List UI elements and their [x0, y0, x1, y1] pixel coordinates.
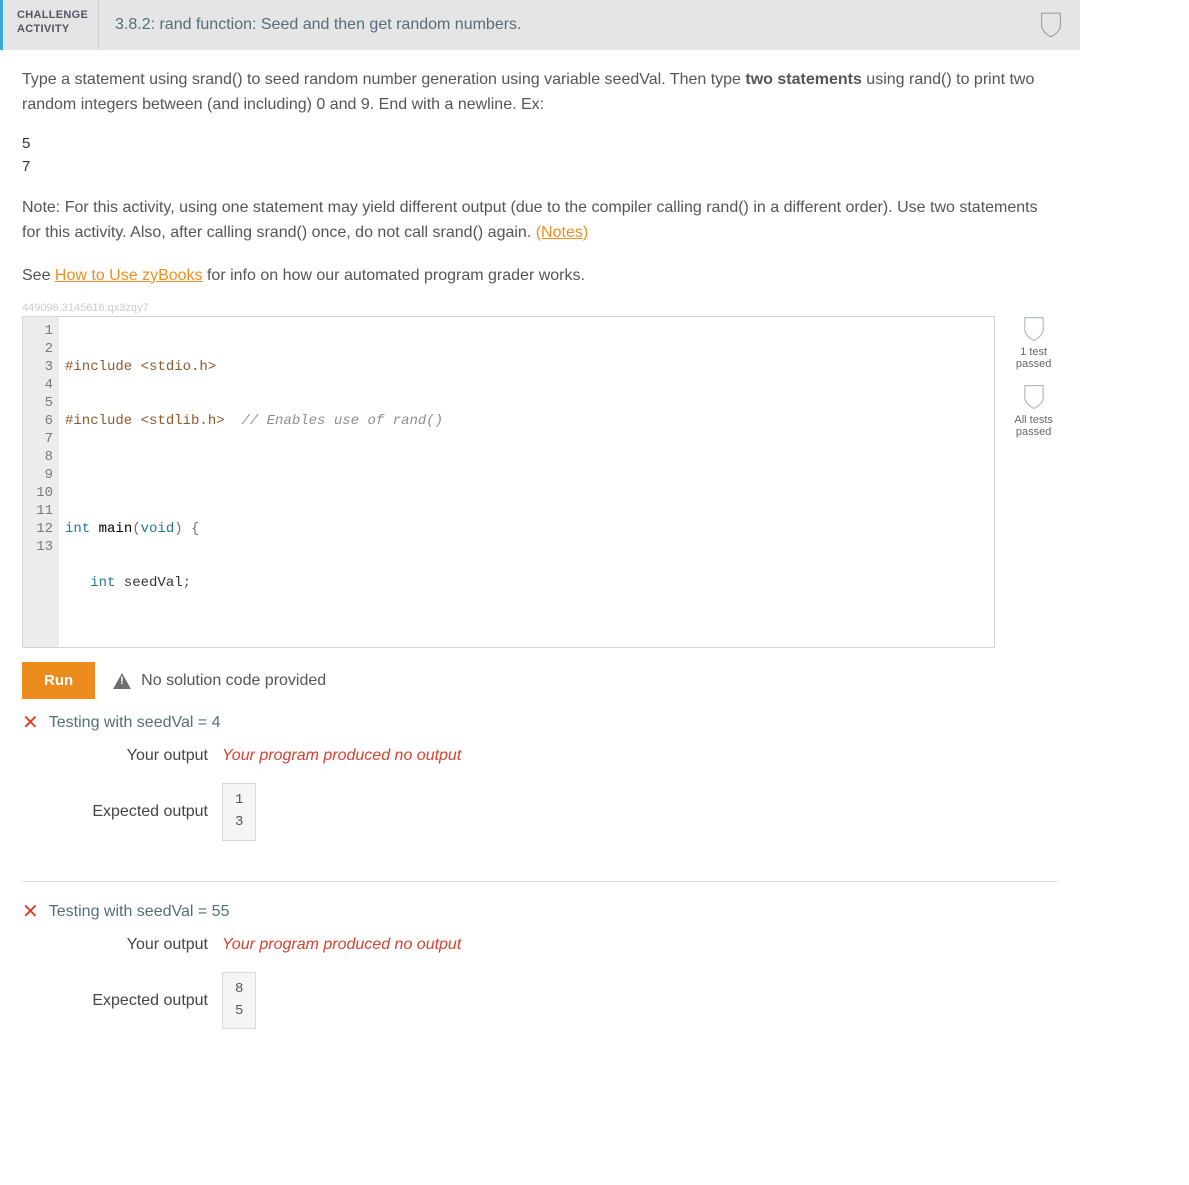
badge-text: All tests passed [1009, 414, 1058, 438]
test-badges: 1 test passed All tests passed [1009, 316, 1058, 452]
fail-icon: ✕ [22, 902, 39, 922]
your-output-label: Your output [22, 747, 222, 765]
code-line [65, 628, 994, 646]
expected-output-label: Expected output [22, 803, 222, 821]
instructions-howto: See How to Use zyBooks for info on how o… [22, 264, 1058, 289]
lineno: 4 [31, 376, 53, 394]
your-output-msg: Your program produced no output [222, 747, 461, 765]
activity-badge: CHALLENGE ACTIVITY [3, 0, 99, 50]
code-line: #include <stdio.h> [65, 358, 994, 376]
watermark: 449096.3145616.qx3zqy7 [22, 302, 1058, 314]
code-line: int seedVal; [65, 574, 994, 592]
lineno: 9 [31, 466, 53, 484]
lineno: 6 [31, 412, 53, 430]
activity-title: 3.8.2: rand function: Seed and then get … [99, 0, 1040, 50]
no-solution-warning: No solution code provided [113, 672, 326, 690]
badge-line1: CHALLENGE [17, 8, 84, 22]
badge-line2: ACTIVITY [17, 22, 84, 36]
instructions-note: Note: For this activity, using one state… [22, 196, 1058, 246]
lineno: 11 [31, 502, 53, 520]
shield-icon [1023, 316, 1045, 342]
shield-icon [1040, 8, 1062, 42]
warning-icon [113, 673, 131, 689]
your-output-msg: Your program produced no output [222, 936, 461, 954]
lineno: 13 [31, 538, 53, 556]
lineno: 3 [31, 358, 53, 376]
divider [22, 881, 1058, 882]
shield-icon [1023, 384, 1045, 410]
instr-p3-post: for info on how our automated program gr… [203, 267, 585, 284]
fail-icon: ✕ [22, 713, 39, 733]
progress-shield [1040, 0, 1080, 50]
lineno: 7 [31, 430, 53, 448]
test-title: Testing with seedVal = 55 [49, 903, 230, 921]
lineno: 5 [31, 394, 53, 412]
activity-header: CHALLENGE ACTIVITY 3.8.2: rand function:… [0, 0, 1080, 50]
expected-output-box: 1 3 [222, 783, 256, 840]
lineno: 12 [31, 520, 53, 538]
instr-p2-pre: Note: For this activity, using one state… [22, 199, 1038, 241]
instr-p1-bold: two statements [745, 71, 861, 88]
your-output-label: Your output [22, 936, 222, 954]
notes-link[interactable]: (Notes) [536, 224, 588, 241]
test-title: Testing with seedVal = 4 [49, 714, 221, 732]
gutter: 1 2 3 4 5 6 7 8 9 10 11 12 13 [23, 317, 59, 647]
test-result: ✕ Testing with seedVal = 4 Your output Y… [22, 713, 1058, 876]
lineno: 10 [31, 484, 53, 502]
lineno: 1 [31, 322, 53, 340]
example-output: 5 7 [22, 132, 1058, 179]
expected-output-label: Expected output [22, 992, 222, 1010]
code-line [65, 466, 994, 484]
code-area[interactable]: #include <stdio.h> #include <stdlib.h> /… [59, 317, 994, 647]
run-button[interactable]: Run [22, 662, 95, 699]
code-line: #include <stdlib.h> // Enables use of ra… [65, 412, 994, 430]
lineno: 8 [31, 448, 53, 466]
badge-text: 1 test passed [1009, 346, 1058, 370]
instr-p3-pre: See [22, 267, 55, 284]
instructions: Type a statement using srand() to seed r… [22, 68, 1058, 118]
howto-link[interactable]: How to Use zyBooks [55, 267, 203, 284]
warning-text: No solution code provided [141, 672, 326, 690]
expected-output-box: 8 5 [222, 972, 256, 1029]
code-editor[interactable]: 1 2 3 4 5 6 7 8 9 10 11 12 13 #include <… [22, 316, 995, 648]
lineno: 2 [31, 340, 53, 358]
test-result: ✕ Testing with seedVal = 55 Your output … [22, 902, 1058, 1065]
instr-p1-pre: Type a statement using srand() to seed r… [22, 71, 745, 88]
code-line: int main(void) { [65, 520, 994, 538]
